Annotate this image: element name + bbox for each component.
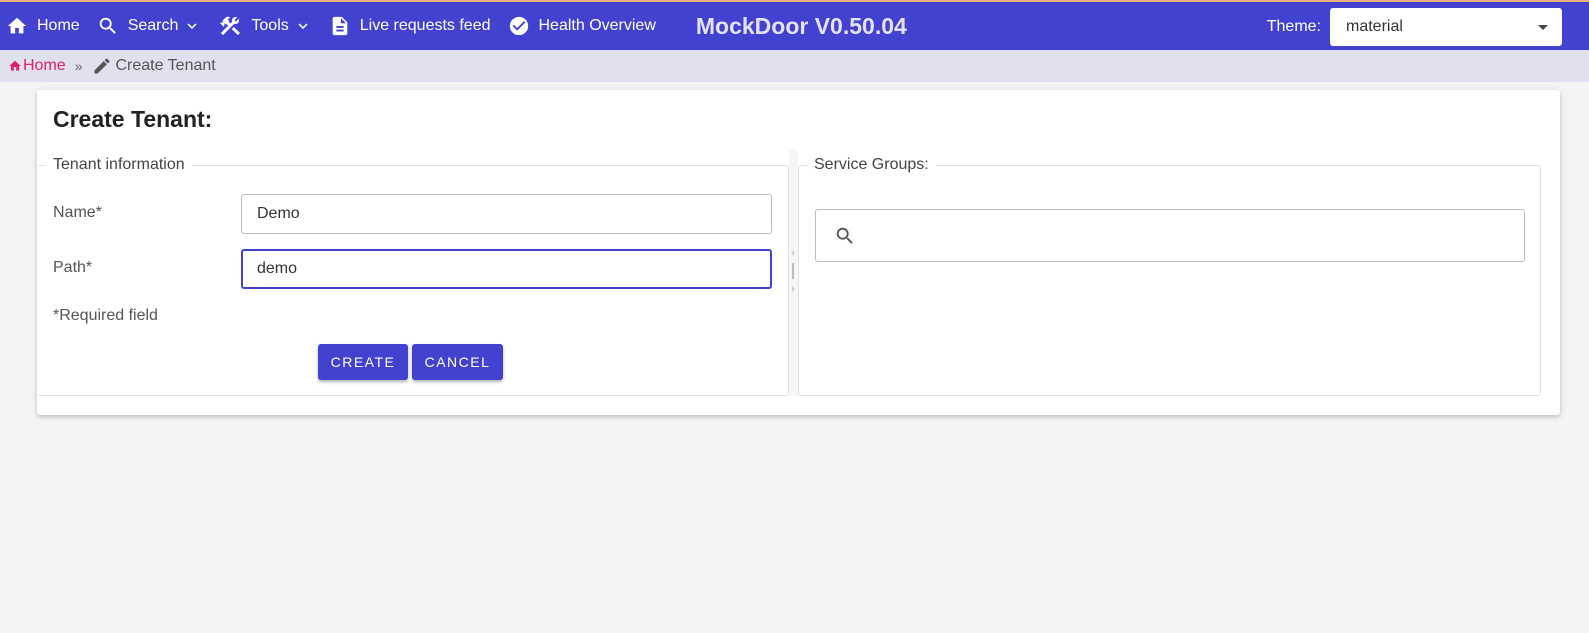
home-icon [9, 60, 21, 71]
app-brand: MockDoor V0.50.04 [695, 12, 907, 39]
theme-selector: Theme: material [1267, 8, 1562, 46]
nav-live-requests-feed-label: Live requests feed [359, 17, 491, 34]
search-icon [99, 17, 116, 34]
pencil-icon [94, 58, 110, 74]
required-field-note: *Required field [53, 307, 158, 324]
breadcrumb: Home » Create Tenant [0, 50, 1589, 82]
tenant-information-legend: Tenant information [46, 156, 192, 174]
path-label: Path* [53, 259, 93, 276]
nav-home[interactable]: Home [6, 15, 80, 37]
grip-handle-icon [792, 263, 794, 279]
service-groups-search[interactable] [815, 209, 1525, 262]
name-label: Name* [53, 204, 102, 221]
cancel-button[interactable]: CANCEL [412, 344, 503, 380]
page-title: Create Tenant: [53, 106, 213, 132]
navbar: Home Search Tools Live requests feed Hea… [0, 2, 1589, 50]
caret-down-icon [1538, 24, 1548, 30]
check-circle-icon [509, 16, 528, 36]
nav-tools[interactable]: Tools [218, 14, 311, 38]
nav-search[interactable]: Search [97, 15, 202, 37]
nav-tools-label: Tools [251, 17, 289, 34]
name-input[interactable] [241, 194, 772, 234]
tools-icon [220, 16, 241, 36]
nav-health-overview-label: Health Overview [538, 17, 656, 34]
breadcrumb-current-label: Create Tenant [115, 57, 216, 74]
service-groups-panel: Service Groups: [798, 156, 1541, 396]
theme-label: Theme: [1266, 18, 1321, 35]
panel-splitter[interactable] [789, 150, 798, 396]
breadcrumb-home-label: Home [23, 57, 66, 74]
nav-home-label: Home [37, 17, 80, 34]
theme-value: material [1346, 18, 1403, 35]
theme-dropdown[interactable]: material [1330, 8, 1562, 46]
breadcrumb-home-link[interactable]: Home [8, 57, 66, 75]
service-groups-legend: Service Groups: [807, 156, 936, 174]
breadcrumb-separator: » [74, 58, 83, 74]
home-icon [7, 17, 27, 34]
create-tenant-card: Create Tenant: Tenant information Name* … [37, 90, 1560, 415]
nav-search-label: Search [127, 17, 179, 34]
path-input[interactable] [241, 249, 772, 289]
create-button[interactable]: CREATE [318, 344, 408, 380]
nav-health-overview[interactable]: Health Overview [508, 15, 656, 37]
arrow-right-icon [792, 286, 795, 292]
nav-live-requests-feed[interactable]: Live requests feed [329, 15, 491, 37]
service-groups-search-input[interactable] [866, 210, 1524, 261]
breadcrumb-current: Create Tenant [92, 56, 216, 76]
chevron-down-icon [187, 23, 197, 29]
chevron-down-icon [298, 23, 308, 29]
tenant-information-panel: Tenant information Name* Path* *Required… [37, 156, 789, 396]
document-icon [332, 16, 348, 36]
search-icon [836, 227, 853, 244]
arrow-left-icon [791, 250, 794, 256]
